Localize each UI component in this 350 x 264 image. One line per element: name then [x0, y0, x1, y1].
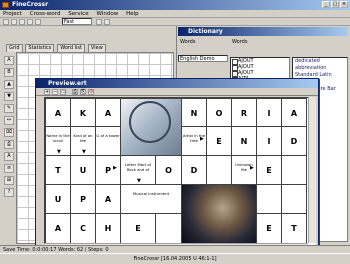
- save-icon[interactable]: [19, 19, 25, 25]
- grid-cell: E: [120, 213, 156, 244]
- grid-cell: O: [155, 155, 182, 185]
- app-title-bar: FineCrossr: [0, 0, 350, 10]
- editor-tabs: Grid Statistics Word list View: [6, 44, 107, 52]
- grid-cell: U: [70, 155, 96, 185]
- grid-cell: N: [231, 126, 257, 156]
- ferris-wheel-image: [120, 98, 182, 156]
- main-toolbar: [0, 18, 350, 26]
- side-tool[interactable]: A: [4, 152, 14, 161]
- tab-word-list[interactable]: Word list: [57, 44, 85, 52]
- side-toolbar: A B ▲ ▼ ✎ ↔ ⌧ ⎙ A ≡ ⊞ ?: [4, 56, 14, 197]
- clue-cell: Musical instrument: [120, 184, 182, 214]
- menu-help[interactable]: Help: [123, 10, 142, 18]
- side-tool[interactable]: ▼: [4, 92, 14, 101]
- open-icon[interactable]: [11, 19, 17, 25]
- tab-statistics[interactable]: Statistics: [25, 44, 55, 52]
- grid-cell: H: [95, 213, 121, 244]
- arrow-down-icon: ▼: [82, 149, 86, 155]
- grid-cell: U: [45, 184, 71, 214]
- grid-cell: [155, 213, 182, 244]
- grid-cell: A: [45, 98, 71, 127]
- grid-cell: P: [70, 184, 96, 214]
- grid-cell: E: [206, 126, 232, 156]
- arrow-right-icon: ▶: [113, 165, 117, 171]
- side-tool[interactable]: ⌧: [4, 128, 14, 137]
- grid-cell: I: [256, 126, 282, 156]
- side-tool[interactable]: ≡: [4, 164, 14, 173]
- side-tool[interactable]: ⎙: [4, 140, 14, 149]
- crossword-preview: A K A N O R I A Name in the scroll Kind …: [44, 97, 316, 251]
- print-icon[interactable]: [27, 19, 33, 25]
- grid-cell: P: [95, 155, 121, 185]
- taskbar: FineCrossr [16.04.2005 U 46:1-1]: [0, 253, 350, 263]
- status-bar: Save Time: 0:0:00:17 Words: 62 / Steps: …: [0, 245, 350, 253]
- arrow-down-icon: ▼: [57, 149, 61, 155]
- menu-project[interactable]: Project: [0, 10, 25, 18]
- grid-cell: [281, 155, 307, 185]
- minimize-button[interactable]: _: [322, 1, 330, 8]
- zoom-in-icon[interactable]: +: [44, 89, 50, 95]
- grid-cell: R: [231, 98, 257, 127]
- dictionary-title-bar: Dictionary: [178, 27, 348, 36]
- grid-cell: [206, 155, 232, 185]
- grid-cell: A: [281, 98, 307, 127]
- preview-title-bar: Preview.ert: [36, 79, 318, 88]
- dictionary-select[interactable]: English Demo: [178, 55, 228, 62]
- side-tool[interactable]: A: [4, 56, 14, 65]
- side-tool[interactable]: B: [4, 68, 14, 77]
- grid-cell: I: [256, 98, 282, 127]
- zoom-combo[interactable]: Fast: [62, 18, 92, 25]
- new-icon[interactable]: [3, 19, 9, 25]
- grid-cell: [281, 184, 307, 214]
- grid-cell: E: [256, 213, 282, 244]
- arrow-right-icon: ▶: [250, 165, 254, 171]
- grid-cell: C: [70, 213, 96, 244]
- menu-bar: Project Cross-word Service Window Help: [0, 10, 350, 18]
- alien-film-image: [181, 184, 257, 244]
- clue-cell: G of a tower: [95, 126, 121, 156]
- copy-icon[interactable]: ⎘: [80, 89, 86, 95]
- grid-cell: E: [256, 155, 282, 185]
- list-item[interactable]: dedicated abbreviation: [293, 58, 347, 72]
- fit-icon[interactable]: ▭: [60, 89, 66, 95]
- grid-cell: A: [95, 184, 121, 214]
- arrow-down-icon: ▼: [137, 178, 141, 184]
- menu-crossword[interactable]: Cross-word: [27, 10, 64, 18]
- grid-cell: A: [95, 98, 121, 127]
- grid-cell: [256, 184, 282, 214]
- app-icon: [2, 2, 9, 8]
- grid-cell: T: [45, 155, 71, 185]
- menu-service[interactable]: Service: [65, 10, 91, 18]
- stop-icon[interactable]: ⊘: [88, 89, 94, 95]
- zoom-out-icon[interactable]: −: [52, 89, 58, 95]
- tab-view[interactable]: View: [87, 44, 106, 52]
- maximize-button[interactable]: □: [331, 1, 339, 8]
- grid-cell: K: [70, 98, 96, 127]
- close-button[interactable]: ×: [340, 1, 348, 8]
- help-icon[interactable]: [104, 19, 110, 25]
- undo-icon[interactable]: [35, 19, 41, 25]
- preview-vertical-scrollbar[interactable]: [308, 97, 316, 243]
- arrow-right-icon: ▶: [200, 136, 204, 142]
- settings-icon[interactable]: [96, 19, 102, 25]
- grid-cell: D: [181, 155, 207, 185]
- side-tool[interactable]: ⊞: [4, 176, 14, 185]
- grid-cell: A: [45, 213, 71, 244]
- grid-cell: N: [181, 98, 207, 127]
- grid-cell: T: [281, 213, 307, 244]
- grid-cell: D: [281, 126, 307, 156]
- menu-window[interactable]: Window: [94, 10, 122, 18]
- preview-toolbar: [36, 88, 318, 96]
- side-tool[interactable]: ↔: [4, 116, 14, 125]
- print-preview-icon[interactable]: ⎙: [72, 89, 78, 95]
- side-tool[interactable]: ✎: [4, 104, 14, 113]
- dictionary-words-label-right: Words: [232, 39, 248, 45]
- grid-cell: O: [206, 98, 232, 127]
- side-tool[interactable]: ▲: [4, 80, 14, 89]
- tab-grid[interactable]: Grid: [6, 44, 23, 52]
- dictionary-words-label: Words: [180, 39, 196, 45]
- side-tool[interactable]: ?: [4, 188, 14, 197]
